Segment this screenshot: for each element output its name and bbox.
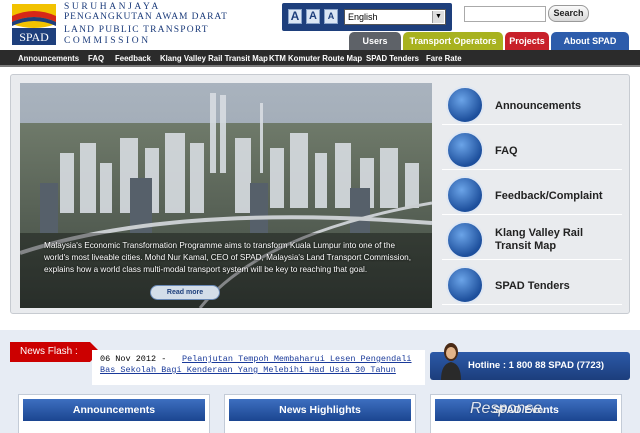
news-flash-section: News Flash : 06 Nov 2012 - Pelanjutan Te… bbox=[0, 330, 640, 386]
nav-faq[interactable]: FAQ bbox=[88, 50, 104, 67]
feedback-form-icon bbox=[446, 176, 484, 214]
nav-feedback[interactable]: Feedback bbox=[115, 50, 151, 67]
news-highlights-panel: News Highlights bbox=[224, 394, 416, 433]
news-highlights-panel-title[interactable]: News Highlights bbox=[229, 399, 411, 421]
quick-link-faq[interactable]: FAQ bbox=[442, 128, 622, 170]
language-select[interactable]: English ▼ bbox=[344, 9, 446, 25]
quick-link-label: SPAD Tenders bbox=[495, 280, 570, 292]
logo-line-1: SURUHANJAYA bbox=[64, 2, 161, 12]
quick-link-label: Feedback/Complaint bbox=[495, 190, 603, 202]
hero-caption: Malaysia's Economic Transformation Progr… bbox=[44, 241, 411, 274]
nav-ktm-komuter-map[interactable]: KTM Komuter Route Map bbox=[269, 50, 362, 67]
tender-documents-icon bbox=[446, 266, 484, 304]
quick-link-label: Announcements bbox=[495, 100, 582, 112]
nav-announcements[interactable]: Announcements bbox=[18, 50, 79, 67]
tab-about-spad[interactable]: About SPAD bbox=[551, 32, 629, 50]
language-value: English bbox=[348, 12, 378, 22]
quick-link-label: Klang Valley Rail Transit Map bbox=[495, 227, 584, 252]
header: SPAD SURUHANJAYA PENGANGKUTAN AWAM DARAT… bbox=[0, 0, 640, 50]
quick-link-announcements[interactable]: Announcements bbox=[442, 83, 622, 125]
tab-transport-operators[interactable]: Transport Operators bbox=[403, 32, 503, 50]
call-agent-icon bbox=[441, 343, 461, 380]
nav-klang-valley-rail-map[interactable]: Klang Valley Rail Transit Map bbox=[160, 50, 268, 67]
nav-spad-tenders[interactable]: SPAD Tenders bbox=[366, 50, 419, 67]
hotline-banner: Hotline : 1 800 88 SPAD (7723) bbox=[430, 343, 630, 380]
rail-map-icon bbox=[446, 221, 484, 259]
audience-tabs: Users Transport Operators Projects About… bbox=[0, 32, 640, 50]
search-input[interactable] bbox=[464, 6, 546, 22]
logo-line-2: PENGANGKUTAN AWAM DARAT bbox=[64, 12, 228, 22]
hero-image: Malaysia's Economic Transformation Progr… bbox=[20, 83, 432, 308]
quick-link-tenders[interactable]: SPAD Tenders bbox=[442, 263, 622, 305]
watermark: Response. bbox=[470, 400, 547, 417]
quick-links: Announcements FAQ Feedback/Complaint Kla… bbox=[442, 83, 622, 308]
quick-link-feedback[interactable]: Feedback/Complaint bbox=[442, 173, 622, 215]
utility-bar: A A A English ▼ bbox=[282, 3, 452, 31]
nav-fare-rate[interactable]: Fare Rate bbox=[426, 50, 462, 67]
page: SPAD SURUHANJAYA PENGANGKUTAN AWAM DARAT… bbox=[0, 0, 640, 433]
quick-link-label: FAQ bbox=[495, 145, 518, 157]
megaphone-icon bbox=[446, 86, 484, 124]
chevron-down-icon: ▼ bbox=[432, 11, 444, 23]
quick-link-rail-map[interactable]: Klang Valley Rail Transit Map bbox=[442, 218, 622, 260]
font-size-small-button[interactable]: A bbox=[324, 9, 338, 24]
announcements-panel-title[interactable]: Announcements bbox=[23, 399, 205, 421]
news-flash-link[interactable]: Pelanjutan Tempoh Membaharui Lesen Penge… bbox=[100, 354, 420, 376]
search-button[interactable]: Search bbox=[548, 5, 589, 22]
main-nav: Announcements FAQ Feedback Klang Valley … bbox=[0, 50, 640, 67]
news-flash-ticker: 06 Nov 2012 - Pelanjutan Tempoh Membahar… bbox=[92, 350, 425, 385]
tab-projects[interactable]: Projects bbox=[505, 32, 549, 50]
question-icon bbox=[446, 131, 484, 169]
tab-users[interactable]: Users bbox=[349, 32, 401, 50]
hotline-text: Hotline : 1 800 88 SPAD (7723) bbox=[468, 360, 605, 371]
font-size-medium-button[interactable]: A bbox=[306, 9, 320, 24]
read-more-button[interactable]: Read more bbox=[150, 285, 220, 300]
hero-section: Malaysia's Economic Transformation Progr… bbox=[10, 74, 630, 314]
announcements-panel: Announcements bbox=[18, 394, 210, 433]
font-size-large-button[interactable]: A bbox=[288, 9, 302, 24]
news-flash-badge: News Flash : bbox=[10, 342, 100, 362]
